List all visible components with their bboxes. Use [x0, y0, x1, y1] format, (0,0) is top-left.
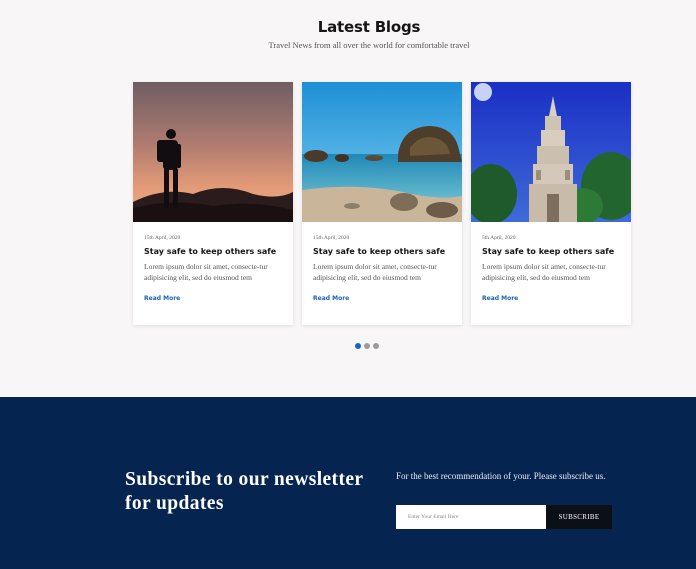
- subscribe-button[interactable]: SUBSCRIBE: [546, 505, 612, 529]
- blog-title[interactable]: Stay safe to keep others safe: [144, 247, 276, 256]
- blog-image-hiker[interactable]: [133, 82, 293, 222]
- blog-title[interactable]: Stay safe to keep others safe: [482, 247, 614, 256]
- read-more-link[interactable]: Read More: [144, 295, 180, 302]
- carousel-dot-1[interactable]: [355, 343, 361, 349]
- carousel-dot-2[interactable]: [364, 343, 370, 349]
- blog-excerpt: Lorem ipsum dolor sit amet, consecte-tur…: [144, 262, 268, 282]
- blog-image-beach[interactable]: [302, 82, 462, 222]
- newsletter-section: Subscribe to our newsletter for updates …: [0, 397, 696, 569]
- blog-title[interactable]: Stay safe to keep others safe: [313, 247, 445, 256]
- newsletter-heading: Subscribe to our newsletter for updates: [125, 469, 364, 514]
- email-input[interactable]: [396, 505, 546, 529]
- blog-excerpt: Lorem ipsum dolor sit amet, consecte-tur…: [482, 262, 606, 282]
- read-more-link[interactable]: Read More: [482, 295, 518, 302]
- blog-card[interactable]: 15th April, 2020 Stay safe to keep other…: [133, 82, 293, 325]
- blogs-title: Latest Blogs: [317, 18, 421, 36]
- blogs-subtitle: Travel News from all over the world for …: [268, 40, 470, 50]
- blog-card[interactable]: 15th April, 2020 Stay safe to keep other…: [302, 82, 462, 325]
- carousel-pagination: [355, 343, 379, 349]
- blog-date: 5th April, 2020: [482, 235, 516, 241]
- newsletter-form: SUBSCRIBE: [396, 505, 612, 529]
- blog-image-temple[interactable]: [471, 82, 631, 222]
- blog-date: 15th April, 2020: [313, 235, 350, 241]
- carousel-dot-3[interactable]: [373, 343, 379, 349]
- latest-blogs-section: Latest Blogs Travel News from all over t…: [0, 0, 696, 397]
- blog-date: 15th April, 2020: [144, 235, 181, 241]
- blog-card[interactable]: 5th April, 2020 Stay safe to keep others…: [471, 82, 631, 325]
- blog-excerpt: Lorem ipsum dolor sit amet, consecte-tur…: [313, 262, 437, 282]
- newsletter-text: For the best recommendation of your. Ple…: [396, 471, 606, 481]
- read-more-link[interactable]: Read More: [313, 295, 349, 302]
